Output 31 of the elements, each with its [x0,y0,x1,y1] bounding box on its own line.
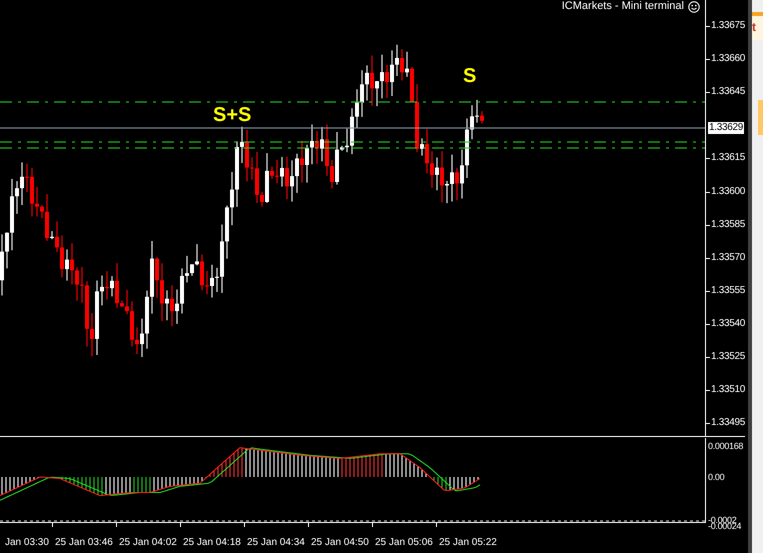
signal-label: S+S [213,105,252,125]
price-tick-label: 1.33615 [711,152,746,164]
time-tick-label: Jan 03:30 [5,537,49,549]
price-tick-label: 1.33645 [711,86,746,98]
time-tick-label: 25 Jan 04:02 [119,537,177,549]
time-tick-label: 25 Jan 04:50 [311,537,369,549]
accent-block [758,100,763,135]
price-tick-label: 1.33510 [711,384,746,396]
price-tick-label: 1.33540 [711,318,746,330]
time-tick-label: 25 Jan 05:06 [375,537,433,549]
accent-bar [752,12,763,16]
current-price-label: 1.33629 [708,122,744,134]
price-tick-label: 1.33660 [711,53,746,66]
window-title: ICMarkets - Mini terminal [562,0,684,13]
time-tick-label: 25 Jan 03:46 [55,537,113,549]
side-panel-text: t [752,19,756,36]
price-tick-label: 1.33555 [711,284,746,297]
price-tick-label: 1.33585 [711,218,746,231]
price-tick-label: 1.33495 [711,417,746,430]
time-tick-label: 25 Jan 04:18 [183,537,241,549]
smiley-icon [688,0,700,12]
signal-label: S [463,66,476,86]
indicator-tick-label: 0.000168 [708,441,744,451]
time-tick-label: 25 Jan 04:34 [247,537,305,549]
price-tick-label: 1.33570 [711,252,746,264]
time-tick-label: 25 Jan 05:22 [439,537,497,549]
price-tick-label: 1.33675 [711,20,746,32]
price-tick-label: 1.33525 [711,351,746,363]
indicator-tick-label: 0.00 [708,472,724,482]
indicator-tick-label: -0.0002 [708,515,736,525]
price-tick-label: 1.33600 [711,186,746,198]
